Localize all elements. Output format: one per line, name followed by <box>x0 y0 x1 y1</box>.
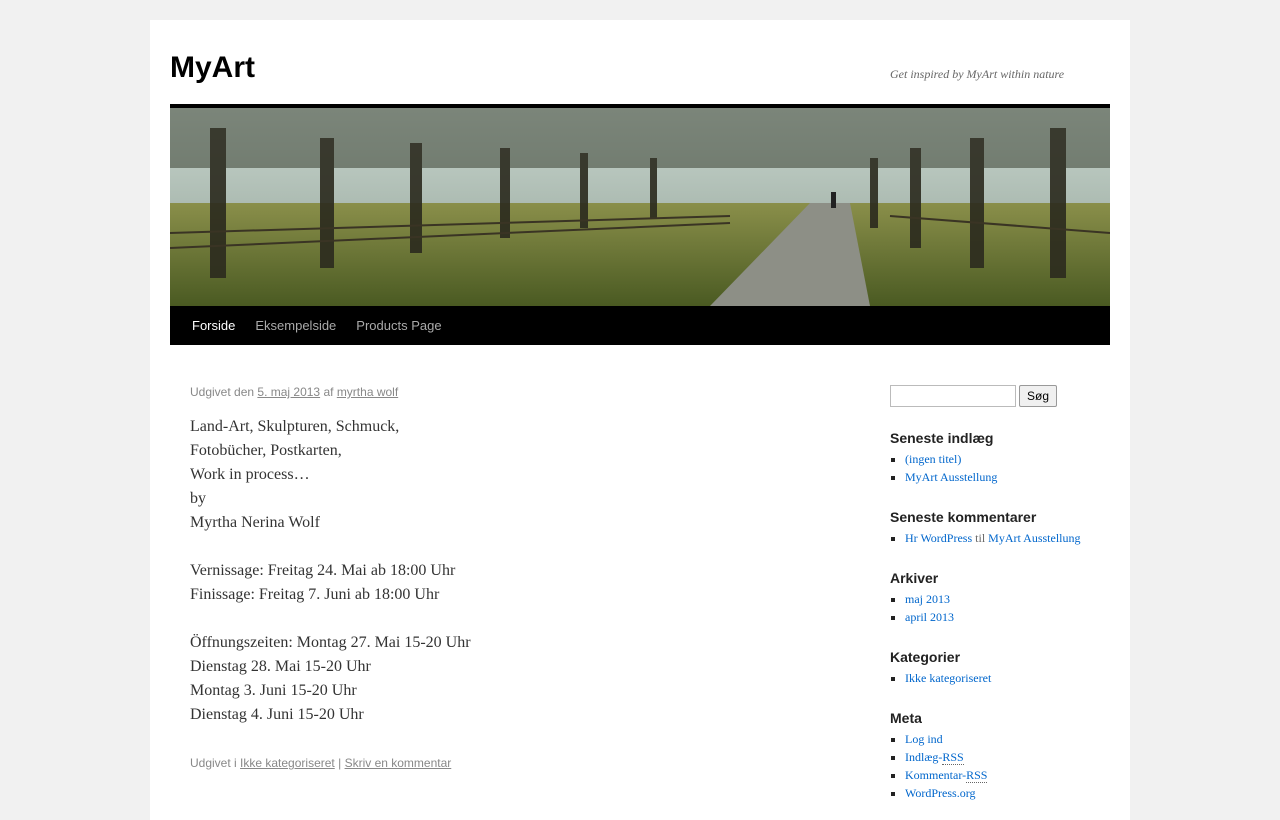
widget-title: Seneste indlæg <box>890 430 994 446</box>
recent-post-link[interactable]: (ingen titel) <box>905 452 961 466</box>
list-item: maj 2013 <box>905 590 1110 608</box>
recent-post-link[interactable]: MyArt Ausstellung <box>905 470 997 484</box>
nav-item-forside[interactable]: Forside <box>182 306 245 345</box>
archive-link[interactable]: april 2013 <box>905 610 954 624</box>
post-line: Finissage: Freitag 7. Juni ab 18:00 Uhr <box>190 586 440 603</box>
list-item: Log ind <box>905 730 1110 748</box>
widget-archives: Arkiver maj 2013 april 2013 <box>890 569 1110 626</box>
comments-rss-prefix: Kommentar- <box>905 768 967 782</box>
post-paragraph: Öffnungszeiten: Montag 27. Mai 15-20 Uhr… <box>190 631 810 727</box>
category-link[interactable]: Ikke kategoriseret <box>905 671 991 685</box>
post-line: Work in process… <box>190 466 310 483</box>
list-item: WordPress.org <box>905 784 1110 802</box>
post-utility: Udgivet i Ikke kategoriseret | Skriv en … <box>190 756 810 770</box>
post-meta-by: af <box>323 385 334 399</box>
list-item: Ikke kategoriseret <box>905 669 1110 687</box>
posts-rss-prefix: Indlæg- <box>905 750 943 764</box>
post-line: by <box>190 490 206 507</box>
widget-title: Arkiver <box>890 570 939 586</box>
post-line: Land-Art, Skulpturen, Schmuck, <box>190 418 400 435</box>
widget-recent-comments: Seneste kommentarer Hr WordPress til MyA… <box>890 508 1110 547</box>
widget-recent-posts: Seneste indlæg (ingen titel) MyArt Ausst… <box>890 429 1110 486</box>
post-paragraph: Vernissage: Freitag 24. Mai ab 18:00 Uhr… <box>190 559 810 607</box>
list-item: april 2013 <box>905 608 1110 626</box>
page-wrapper: MyArt Get inspired by MyArt within natur… <box>150 20 1130 820</box>
search-button[interactable]: Søg <box>1019 385 1058 407</box>
list-item: (ingen titel) <box>905 450 1110 468</box>
nav-item-eksempelside[interactable]: Eksempelside <box>245 306 346 345</box>
header-image <box>170 104 1110 310</box>
search-form: Søg <box>890 385 1110 407</box>
sidebar: Søg Seneste indlæg (ingen titel) MyArt A… <box>890 385 1110 802</box>
nav-item-products-page[interactable]: Products Page <box>346 306 451 345</box>
post-date-link[interactable]: 5. maj 2013 <box>257 385 320 399</box>
widget-meta: Meta Log ind Indlæg-RSS Kommentar-RSS Wo… <box>890 709 1110 802</box>
login-link[interactable]: Log ind <box>905 732 943 746</box>
widget-categories: Kategorier Ikke kategoriseret <box>890 648 1110 687</box>
post-body: Land-Art, Skulpturen, Schmuck, Fotobüche… <box>190 415 810 727</box>
widget-title: Kategorier <box>890 649 961 665</box>
archive-link[interactable]: maj 2013 <box>905 592 950 606</box>
site-title[interactable]: MyArt <box>170 50 255 86</box>
list-item: MyArt Ausstellung <box>905 468 1110 486</box>
post-line: Öffnungszeiten: Montag 27. Mai 15-20 Uhr <box>190 634 471 651</box>
post-line: Myrtha Nerina Wolf <box>190 514 320 531</box>
widget-title: Seneste kommentarer <box>890 509 1037 525</box>
comment-author-link[interactable]: Hr WordPress <box>905 531 972 545</box>
post-content-area: Udgivet den 5. maj 2013 af myrtha wolf L… <box>190 385 810 770</box>
post-line: Dienstag 4. Juni 15-20 Uhr <box>190 706 364 723</box>
post-meta-prefix: Udgivet den <box>190 385 255 399</box>
posts-rss-link[interactable]: Indlæg-RSS <box>905 750 964 765</box>
post-utility-separator: | <box>338 756 342 770</box>
post-author-link[interactable]: myrtha wolf <box>337 385 398 399</box>
header-landscape-image <box>170 108 1110 306</box>
widget-title: Meta <box>890 710 922 726</box>
post-line: Vernissage: Freitag 24. Mai ab 18:00 Uhr <box>190 562 456 579</box>
site-description: Get inspired by MyArt within nature <box>890 67 1065 81</box>
rss-abbr: RSS <box>966 768 988 783</box>
list-item: Hr WordPress til MyArt Ausstellung <box>905 529 1110 547</box>
list-item: Kommentar-RSS <box>905 766 1110 784</box>
post-line: Dienstag 28. Mai 15-20 Uhr <box>190 658 371 675</box>
post-paragraph: Land-Art, Skulpturen, Schmuck, Fotobüche… <box>190 415 810 535</box>
wordpress-org-link[interactable]: WordPress.org <box>905 786 975 800</box>
rss-abbr: RSS <box>942 750 964 765</box>
post-meta: Udgivet den 5. maj 2013 af myrtha wolf <box>190 385 810 399</box>
post-category-prefix: Udgivet i <box>190 756 237 770</box>
main-navigation: Forside Eksempelside Products Page <box>170 306 1110 345</box>
post-category-link[interactable]: Ikke kategoriseret <box>240 756 335 770</box>
post-comment-link[interactable]: Skriv en kommentar <box>345 756 452 770</box>
comment-joiner: til <box>975 531 986 545</box>
comments-rss-link[interactable]: Kommentar-RSS <box>905 768 988 783</box>
comment-post-link[interactable]: MyArt Ausstellung <box>988 531 1080 545</box>
post-line: Montag 3. Juni 15-20 Uhr <box>190 682 357 699</box>
list-item: Indlæg-RSS <box>905 748 1110 766</box>
post-line: Fotobücher, Postkarten, <box>190 442 342 459</box>
search-input[interactable] <box>890 385 1016 407</box>
